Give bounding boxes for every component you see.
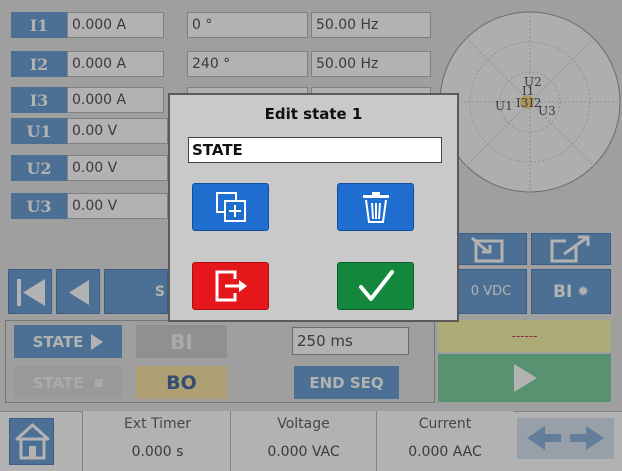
dialog-title: Edit state 1 bbox=[264, 105, 363, 123]
delete-state-button[interactable] bbox=[337, 183, 414, 231]
duplicate-state-button[interactable] bbox=[192, 183, 269, 231]
duplicate-icon bbox=[215, 192, 246, 222]
checkmark-icon bbox=[358, 270, 394, 301]
trash-icon bbox=[362, 192, 389, 223]
exit-icon bbox=[215, 270, 247, 302]
exit-dialog-button[interactable] bbox=[192, 262, 269, 310]
edit-state-dialog: Edit state 1 STATE bbox=[168, 93, 459, 322]
confirm-dialog-button[interactable] bbox=[337, 262, 414, 310]
state-name-input[interactable]: STATE bbox=[188, 137, 442, 163]
